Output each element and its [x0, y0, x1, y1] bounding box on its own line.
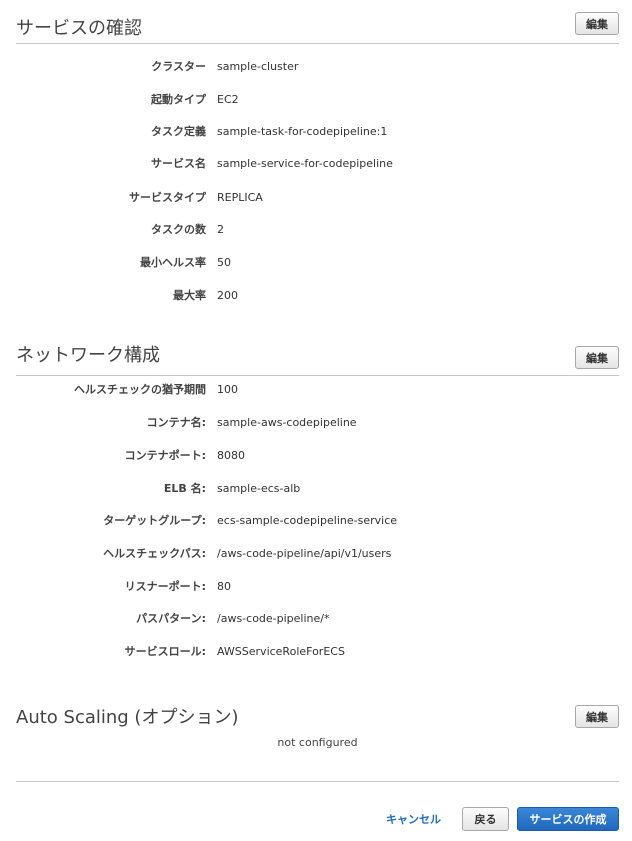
- detail-label: 起動タイプ: [151, 93, 206, 106]
- detail-label: コンテナポート:: [124, 449, 206, 462]
- service-review-header: サービスの確認 編集: [16, 12, 619, 44]
- detail-row-elb-name: ELB 名: sample-ecs-alb: [16, 481, 619, 497]
- detail-row-target-group: ターゲットグループ: ecs-sample-codepipeline-servi…: [16, 513, 619, 529]
- detail-row-service-type: サービスタイプ REPLICA: [16, 190, 619, 206]
- detail-value: EC2: [217, 93, 239, 106]
- detail-row-cluster: クラスター sample-cluster: [16, 59, 619, 75]
- network-title: ネットワーク構成: [16, 345, 160, 366]
- detail-label: ヘルスチェックパス:: [103, 547, 206, 560]
- detail-label: タスクの数: [151, 223, 206, 236]
- detail-value: ecs-sample-codepipeline-service: [217, 514, 398, 527]
- detail-label: サービスロール:: [124, 645, 206, 658]
- detail-value: 100: [217, 383, 238, 396]
- auto-scaling-edit-button[interactable]: 編集: [575, 705, 619, 728]
- detail-value: REPLICA: [217, 191, 263, 204]
- detail-value: 50: [217, 256, 231, 269]
- create-service-button[interactable]: サービスの作成: [517, 807, 619, 831]
- detail-row-container-port: コンテナポート: 8080: [16, 448, 619, 464]
- detail-value: /aws-code-pipeline/*: [217, 612, 330, 625]
- detail-value: 80: [217, 580, 231, 593]
- detail-row-task-definition: タスク定義 sample-task-for-codepipeline:1: [16, 124, 619, 140]
- auto-scaling-header: Auto Scaling (オプション) 編集: [16, 705, 619, 728]
- network-section: ネットワーク構成 編集 ヘルスチェックの猶予期間 100 コンテナ名: samp…: [16, 345, 619, 658]
- detail-value: 2: [217, 223, 224, 236]
- service-review-edit-button[interactable]: 編集: [575, 12, 619, 35]
- detail-label: クラスター: [151, 60, 206, 73]
- detail-value: sample-service-for-codepipeline: [217, 157, 393, 170]
- footer-divider: [16, 781, 619, 782]
- detail-value: sample-task-for-codepipeline:1: [217, 125, 388, 138]
- detail-label: サービスタイプ: [129, 191, 206, 204]
- detail-label: タスク定義: [151, 125, 206, 138]
- detail-label: 最小ヘルス率: [140, 256, 206, 269]
- detail-label: サービス名: [151, 157, 206, 170]
- auto-scaling-title: Auto Scaling (オプション): [16, 707, 239, 728]
- detail-row-service-role: サービスロール: AWSServiceRoleForECS: [16, 644, 619, 660]
- auto-scaling-status: not configured: [277, 736, 358, 749]
- detail-row-path-pattern: パスパターン: /aws-code-pipeline/*: [16, 611, 619, 627]
- detail-row-container-name: コンテナ名: sample-aws-codepipeline: [16, 415, 619, 431]
- detail-row-listener-port: リスナーポート: 80: [16, 579, 619, 595]
- detail-value: sample-ecs-alb: [217, 482, 301, 495]
- cancel-link[interactable]: キャンセル: [386, 811, 441, 827]
- detail-label: ターゲットグループ:: [103, 514, 206, 527]
- detail-value: /aws-code-pipeline/api/v1/users: [217, 547, 392, 560]
- service-review-section: サービスの確認 編集 クラスター sample-cluster 起動タイプ EC…: [16, 12, 619, 302]
- detail-row-min-health: 最小ヘルス率 50: [16, 255, 619, 271]
- auto-scaling-section: Auto Scaling (オプション) 編集 not configured: [16, 705, 619, 749]
- detail-row-health-check-path: ヘルスチェックパス: /aws-code-pipeline/api/v1/use…: [16, 546, 619, 562]
- detail-row-task-count: タスクの数 2: [16, 222, 619, 238]
- detail-label: パスパターン:: [136, 612, 206, 625]
- detail-row-launch-type: 起動タイプ EC2: [16, 92, 619, 108]
- detail-label: ELB 名:: [163, 482, 206, 495]
- network-header: ネットワーク構成 編集: [16, 345, 619, 376]
- detail-value: AWSServiceRoleForECS: [217, 645, 345, 658]
- back-button[interactable]: 戻る: [462, 807, 509, 831]
- detail-label: コンテナ名:: [146, 416, 206, 429]
- network-edit-button[interactable]: 編集: [575, 346, 619, 369]
- detail-label: ヘルスチェックの猶予期間: [74, 383, 206, 396]
- detail-row-health-check-grace: ヘルスチェックの猶予期間 100: [16, 382, 619, 398]
- detail-value: 8080: [217, 449, 245, 462]
- detail-value: 200: [217, 289, 238, 302]
- detail-row-service-name: サービス名 sample-service-for-codepipeline: [16, 156, 619, 172]
- detail-row-max-percent: 最大率 200: [16, 288, 619, 304]
- detail-label: 最大率: [173, 289, 206, 302]
- detail-label: リスナーポート:: [124, 580, 206, 593]
- detail-value: sample-aws-codepipeline: [217, 416, 357, 429]
- detail-value: sample-cluster: [217, 60, 299, 73]
- service-review-title: サービスの確認: [16, 18, 142, 39]
